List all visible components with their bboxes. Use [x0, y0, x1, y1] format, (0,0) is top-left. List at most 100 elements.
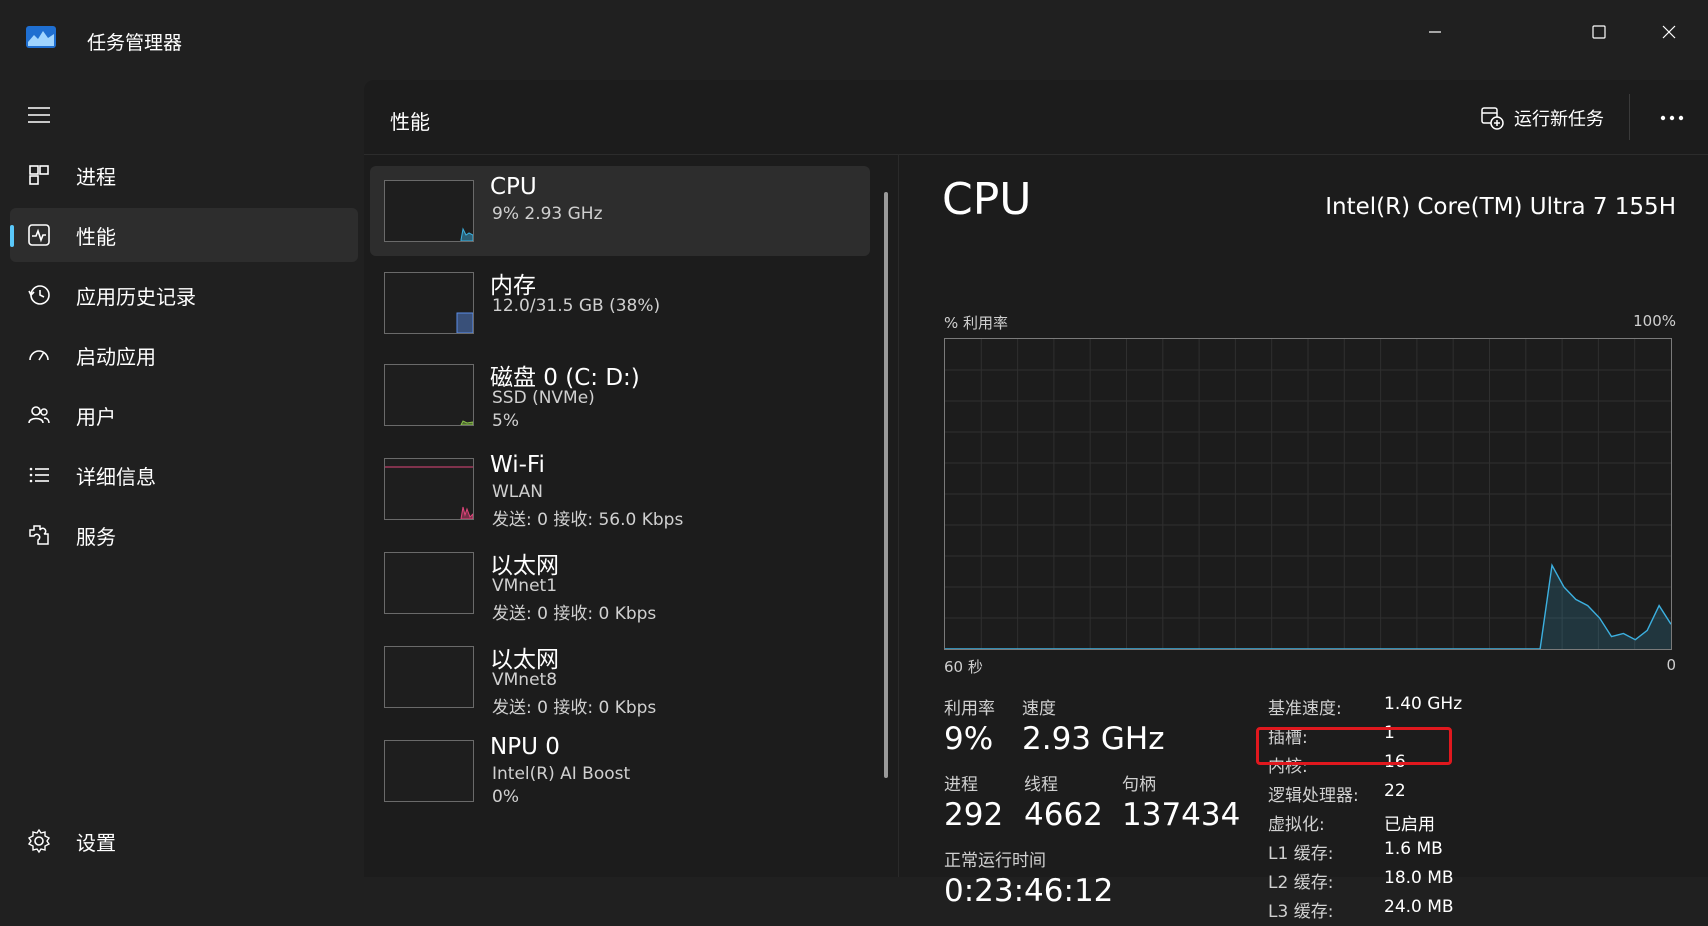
stat-label: 正常运行时间	[944, 851, 1046, 871]
more-options-button[interactable]	[1652, 100, 1692, 136]
sidebar-item-details[interactable]: 详细信息	[10, 448, 358, 502]
stat-utilization: 利用率 9%	[944, 694, 995, 757]
title-bar: 任务管理器	[0, 0, 1708, 80]
thumbnail-sparkline	[385, 466, 473, 519]
stat-label: 利用率	[944, 699, 995, 719]
cpu-model: Intel(R) Core(TM) Ultra 7 155H	[1325, 194, 1676, 220]
device-item[interactable]: 以太网 VMnet1 发送: 0 接收: 0 Kbps	[370, 538, 870, 628]
stat-value: 9%	[944, 721, 994, 757]
close-button[interactable]	[1646, 12, 1692, 52]
thumbnail-sparkline	[460, 420, 473, 425]
run-new-task-button[interactable]: 运行新任务	[1480, 98, 1604, 138]
device-name: 以太网	[490, 553, 559, 579]
spec-key: 逻辑处理器:	[1268, 786, 1359, 806]
thumbnail-sparkline	[385, 553, 473, 613]
device-name: 磁盘 0 (C: D:)	[490, 365, 640, 391]
sidebar-item-startup-apps[interactable]: 启动应用	[10, 328, 358, 382]
performance-icon	[28, 224, 50, 246]
maximize-button[interactable]	[1576, 12, 1622, 52]
more-icon	[1660, 115, 1684, 121]
run-new-task-label: 运行新任务	[1514, 109, 1604, 130]
sidebar-item-label: 用户	[76, 404, 116, 429]
device-item[interactable]: CPU 9% 2.93 GHz	[370, 166, 870, 256]
thumbnail-sparkline	[385, 647, 473, 707]
sidebar-item-label: 服务	[76, 524, 116, 549]
gear-icon	[27, 828, 51, 854]
cpu-detail-panel: CPU Intel(R) Core(TM) Ultra 7 155H % 利用率…	[940, 154, 1700, 922]
stat-uptime: 正常运行时间 0:23:46:12	[944, 846, 1113, 909]
device-subtext: SSD (NVMe)	[492, 388, 595, 408]
graph-y-label: % 利用率	[944, 314, 1009, 332]
device-thumbnail-graph	[384, 458, 474, 520]
sidebar-item-processes[interactable]: 进程	[10, 148, 358, 202]
app-history-icon	[28, 285, 50, 305]
settings-label: 设置	[76, 830, 116, 855]
spec-value: 1.40 GHz	[1384, 694, 1463, 714]
page-header: 性能 运行新任务	[364, 80, 1708, 155]
main-panel: 性能 运行新任务 CPU 9% 2.93 GHz 内存 12.0/31.5 GB (3…	[364, 80, 1708, 922]
device-thumbnail-graph	[384, 740, 474, 802]
spec-key: L1 缓存:	[1268, 844, 1334, 864]
stat-value: 2.93 GHz	[1022, 721, 1165, 757]
stat-threads: 线程 4662	[1024, 770, 1103, 833]
sidebar-nav: 进程 性能 应用历史记录 启动应用 用户 详细信息 服务	[10, 148, 358, 568]
spec-value: 已启用	[1384, 815, 1435, 835]
thumbnail-sparkline	[460, 227, 473, 241]
device-subtext: 发送: 0 接收: 0 Kbps	[492, 604, 657, 624]
sidebar-item-users[interactable]: 用户	[10, 388, 358, 442]
services-icon	[29, 525, 49, 545]
sparkline-path	[456, 312, 473, 333]
device-list-scrollbar[interactable]	[884, 192, 888, 778]
graph-x-label: 60 秒	[944, 658, 983, 676]
spec-row: L3 缓存: 24.0 MB	[1268, 897, 1668, 926]
device-item[interactable]: Wi-Fi WLAN 发送: 0 接收: 56.0 Kbps	[370, 444, 870, 534]
page-title: 性能	[390, 110, 430, 134]
device-subtext: WLAN	[492, 482, 544, 502]
device-subtext: 9% 2.93 GHz	[492, 204, 603, 224]
device-name: Wi-Fi	[490, 452, 545, 478]
stat-label: 进程	[944, 775, 978, 795]
stat-speed: 速度 2.93 GHz	[1022, 694, 1164, 757]
spec-value: 1.6 MB	[1384, 839, 1443, 859]
processes-icon	[29, 165, 49, 185]
sidebar-item-app-history[interactable]: 应用历史记录	[10, 268, 358, 322]
close-icon	[1662, 25, 1676, 39]
sidebar-item-settings[interactable]: 设置	[10, 814, 358, 868]
detail-title: CPU	[942, 174, 1032, 225]
minimize-icon	[1429, 31, 1441, 33]
stat-handles: 句柄 137434	[1122, 770, 1240, 833]
spec-value: 22	[1384, 781, 1406, 801]
task-manager-window: 任务管理器 进程 性能 应用历史记录 启动应用 用户 详细信息 服务 设置 性能…	[0, 0, 1708, 922]
spec-key: L3 缓存:	[1268, 902, 1334, 922]
device-subtext: 5%	[492, 411, 519, 431]
device-subtext: 发送: 0 接收: 56.0 Kbps	[492, 510, 684, 530]
sidebar-item-performance[interactable]: 性能	[10, 208, 358, 262]
minimize-button[interactable]	[1412, 12, 1458, 52]
maximize-icon	[1592, 25, 1606, 39]
cpu-graph-svg	[945, 339, 1671, 649]
device-list: CPU 9% 2.93 GHz 内存 12.0/31.5 GB (38%) 磁盘 0 (…	[370, 166, 870, 877]
sidebar-item-label: 应用历史记录	[76, 284, 196, 309]
spec-row: 虚拟化: 已启用	[1268, 810, 1668, 839]
header-separator	[1629, 94, 1630, 140]
thumbnail-sparkline	[385, 741, 473, 801]
device-item[interactable]: 磁盘 0 (C: D:) SSD (NVMe) 5%	[370, 350, 870, 440]
device-item[interactable]: NPU 0 Intel(R) AI Boost 0%	[370, 726, 870, 816]
sidebar-item-services[interactable]: 服务	[10, 508, 358, 562]
device-item[interactable]: 内存 12.0/31.5 GB (38%)	[370, 258, 870, 348]
sparkline-path	[460, 420, 473, 425]
stat-processes: 进程 292	[944, 770, 1003, 833]
spec-value: 24.0 MB	[1384, 897, 1454, 917]
graph-x-min-label: 0	[1666, 656, 1676, 674]
device-subtext: 12.0/31.5 GB (38%)	[492, 296, 661, 316]
device-item[interactable]: 以太网 VMnet8 发送: 0 接收: 0 Kbps	[370, 632, 870, 722]
list-separator	[898, 154, 899, 877]
hamburger-menu-icon[interactable]	[26, 104, 52, 126]
sidebar-item-label: 进程	[76, 164, 116, 189]
device-thumbnail-graph	[384, 180, 474, 242]
stat-label: 线程	[1024, 775, 1058, 795]
device-name: 以太网	[490, 647, 559, 673]
spec-key: 虚拟化:	[1268, 815, 1325, 835]
device-name: 内存	[490, 273, 536, 299]
spec-key: 基准速度:	[1268, 699, 1342, 719]
